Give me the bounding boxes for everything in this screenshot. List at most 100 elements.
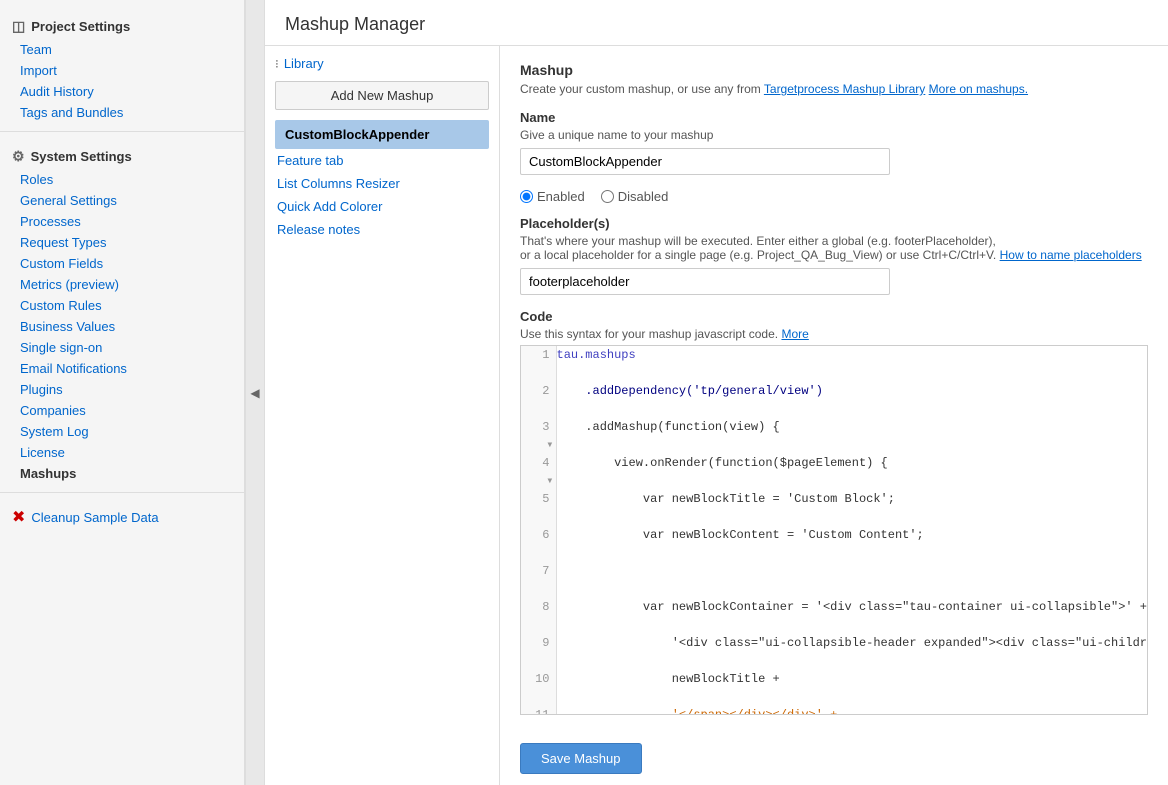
code-line-row: 5 var newBlockTitle = 'Custom Block';: [521, 490, 1148, 526]
code-line-row: 6 var newBlockContent = 'Custom Content'…: [521, 526, 1148, 562]
fold-arrow: [552, 690, 556, 704]
main-content: Mashup Manager ⁝ Library Add New Mashup …: [265, 0, 1168, 785]
enabled-radio-label[interactable]: Enabled: [520, 189, 585, 204]
placeholder-desc: That's where your mashup will be execute…: [520, 234, 1148, 262]
placeholder-naming-link[interactable]: How to name placeholders: [1000, 248, 1142, 262]
fold-arrow[interactable]: ▾: [544, 438, 555, 452]
code-content: var newBlockTitle = 'Custom Block';: [557, 490, 1149, 508]
fold-arrow: [552, 546, 556, 560]
mashup-library-link[interactable]: Targetprocess Mashup Library: [764, 82, 925, 96]
sidebar-link-metrics[interactable]: Metrics (preview): [0, 274, 244, 295]
line-number: 9: [521, 634, 556, 652]
main-body: ⁝ Library Add New Mashup CustomBlockAppe…: [265, 46, 1168, 785]
code-content: tau.mashups: [557, 346, 1149, 364]
code-line-row: 10 newBlockTitle +: [521, 670, 1148, 706]
sidebar: ◫ Project Settings Team Import Audit His…: [0, 0, 245, 785]
sidebar-link-general-settings[interactable]: General Settings: [0, 190, 244, 211]
code-line-row: 7: [521, 562, 1148, 598]
sidebar-link-processes[interactable]: Processes: [0, 211, 244, 232]
project-settings-heading: ◫ Project Settings: [0, 10, 244, 39]
code-line-row: 8 var newBlockContainer = '<div class="t…: [521, 598, 1148, 634]
name-label: Name: [520, 110, 1148, 125]
add-mashup-button[interactable]: Add New Mashup: [275, 81, 489, 110]
collapse-arrow-icon: ◀: [250, 386, 259, 400]
enabled-radio[interactable]: [520, 190, 533, 203]
name-section: Name Give a unique name to your mashup: [520, 110, 1148, 175]
mashup-editor: Mashup Create your custom mashup, or use…: [500, 46, 1168, 785]
sidebar-divider-2: [0, 492, 244, 493]
mashup-item-feature-tab[interactable]: Feature tab: [275, 149, 489, 172]
sidebar-link-team[interactable]: Team: [0, 39, 244, 60]
sidebar-link-import[interactable]: Import: [0, 60, 244, 81]
sidebar-link-license[interactable]: License: [0, 442, 244, 463]
code-line-row: 1tau.mashups: [521, 346, 1148, 382]
sidebar-divider-1: [0, 131, 244, 132]
code-more-link[interactable]: More: [781, 327, 808, 341]
sidebar-link-email-notifications[interactable]: Email Notifications: [0, 358, 244, 379]
mashup-item-list-columns-resizer[interactable]: List Columns Resizer: [275, 172, 489, 195]
mashup-list-panel: ⁝ Library Add New Mashup CustomBlockAppe…: [265, 46, 500, 785]
placeholder-section: Placeholder(s) That's where your mashup …: [520, 216, 1148, 295]
project-settings-icon: ◫: [12, 18, 25, 35]
code-content: .addDependency('tp/general/view'): [557, 382, 1149, 400]
code-title: Code: [520, 309, 1148, 324]
fold-arrow: [552, 366, 556, 380]
library-link[interactable]: ⁝ Library: [275, 56, 489, 71]
fold-arrow: [552, 510, 556, 524]
sidebar-collapse-button[interactable]: ◀: [245, 0, 265, 785]
line-number: 4: [521, 454, 556, 472]
system-settings-heading: ⚙ System Settings: [0, 140, 244, 169]
sidebar-link-business-values[interactable]: Business Values: [0, 316, 244, 337]
sidebar-link-tags-bundles[interactable]: Tags and Bundles: [0, 102, 244, 123]
sidebar-link-plugins[interactable]: Plugins: [0, 379, 244, 400]
line-number: 7: [521, 562, 556, 580]
placeholder-title: Placeholder(s): [520, 216, 1148, 231]
code-content: '<div class="ui-collapsible-header expan…: [557, 634, 1149, 652]
code-content: .addMashup(function(view) {: [557, 418, 1149, 436]
more-on-mashups-link[interactable]: More on mashups.: [929, 82, 1028, 96]
placeholder-input[interactable]: [520, 268, 890, 295]
line-number: 5: [521, 490, 556, 508]
mashup-item-release-notes[interactable]: Release notes: [275, 218, 489, 241]
sidebar-link-system-log[interactable]: System Log: [0, 421, 244, 442]
code-line-row: 2 .addDependency('tp/general/view'): [521, 382, 1148, 418]
line-number: 10: [521, 670, 556, 688]
cleanup-sample-data-link[interactable]: ✖ Cleanup Sample Data: [0, 501, 244, 533]
sidebar-link-audit-history[interactable]: Audit History: [0, 81, 244, 102]
sidebar-link-sso[interactable]: Single sign-on: [0, 337, 244, 358]
sidebar-link-mashups[interactable]: Mashups: [0, 463, 244, 484]
fold-arrow: [552, 582, 556, 596]
code-hint: Use this syntax for your mashup javascri…: [520, 327, 1148, 341]
save-mashup-button[interactable]: Save Mashup: [520, 743, 642, 774]
sidebar-link-request-types[interactable]: Request Types: [0, 232, 244, 253]
line-number: 1: [521, 346, 556, 364]
name-hint: Give a unique name to your mashup: [520, 128, 1148, 142]
mashup-description: Create your custom mashup, or use any fr…: [520, 82, 1148, 96]
fold-arrow: [552, 402, 556, 416]
sidebar-link-custom-rules[interactable]: Custom Rules: [0, 295, 244, 316]
line-number: 3: [521, 418, 556, 436]
line-number: 2: [521, 382, 556, 400]
mashup-item-quick-add-colorer[interactable]: Quick Add Colorer: [275, 195, 489, 218]
disabled-radio-label[interactable]: Disabled: [601, 189, 669, 204]
fold-arrow: [552, 654, 556, 668]
sidebar-link-custom-fields[interactable]: Custom Fields: [0, 253, 244, 274]
code-editor[interactable]: 1tau.mashups2 .addDependency('tp/general…: [520, 345, 1148, 715]
mashup-section-title: Mashup: [520, 62, 1148, 78]
mashup-item-custom-block-appender[interactable]: CustomBlockAppender: [275, 120, 489, 149]
library-icon: ⁝: [275, 57, 279, 71]
line-number: 11: [521, 706, 556, 715]
disabled-radio[interactable]: [601, 190, 614, 203]
line-number: 6: [521, 526, 556, 544]
code-line-row: 4▾ view.onRender(function($pageElement) …: [521, 454, 1148, 490]
page-title: Mashup Manager: [285, 14, 1148, 35]
code-line-row: 3 ▾ .addMashup(function(view) {: [521, 418, 1148, 454]
mashup-section: Mashup Create your custom mashup, or use…: [520, 62, 1148, 96]
code-content: var newBlockContent = 'Custom Content';: [557, 526, 1149, 544]
name-input[interactable]: [520, 148, 890, 175]
sidebar-link-roles[interactable]: Roles: [0, 169, 244, 190]
fold-arrow: [552, 618, 556, 632]
fold-arrow[interactable]: ▾: [544, 474, 555, 488]
sidebar-link-companies[interactable]: Companies: [0, 400, 244, 421]
cleanup-icon: ✖: [12, 507, 25, 527]
